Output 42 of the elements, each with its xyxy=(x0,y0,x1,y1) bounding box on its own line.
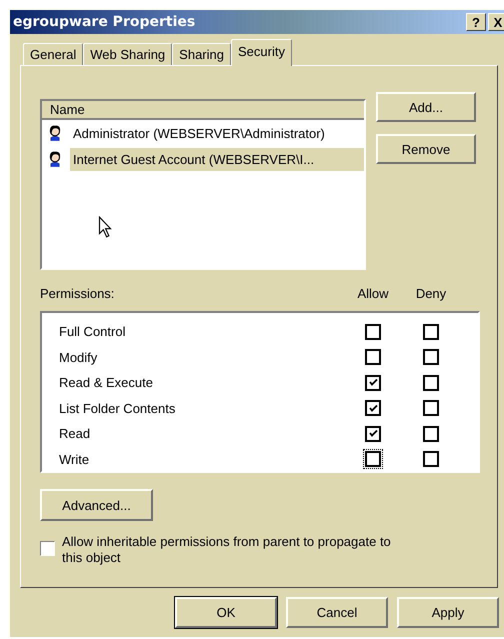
help-button[interactable]: ? xyxy=(466,13,486,31)
deny-checkbox[interactable] xyxy=(423,451,439,468)
allow-checkbox[interactable] xyxy=(365,349,381,366)
permission-name: Modify xyxy=(58,350,98,365)
dialog-button[interactable]: Apply xyxy=(397,597,499,628)
user-action-button[interactable]: Remove xyxy=(376,134,476,164)
inherit-checkbox[interactable] xyxy=(40,541,55,556)
tab[interactable]: Web Sharing xyxy=(83,43,172,65)
deny-checkbox[interactable] xyxy=(423,324,439,340)
permissions-label: Permissions: xyxy=(40,286,116,301)
deny-checkbox[interactable] xyxy=(423,400,439,416)
tab[interactable]: Security xyxy=(230,39,292,66)
deny-checkbox[interactable] xyxy=(423,426,439,442)
tab[interactable]: General xyxy=(23,43,84,65)
column-header: Allow xyxy=(356,286,390,301)
deny-checkbox[interactable] xyxy=(423,349,439,366)
permission-name: List Folder Contents xyxy=(58,400,176,416)
user-item[interactable]: Administrator (WEBSERVER\Administrator) xyxy=(70,122,328,144)
advanced-button[interactable]: Advanced... xyxy=(40,489,153,521)
user-action-button[interactable]: Add... xyxy=(376,92,476,122)
dialog-button[interactable]: OK xyxy=(175,597,277,628)
dialog-button[interactable]: Cancel xyxy=(286,597,388,628)
column-header: Deny xyxy=(414,286,448,301)
window-title: egroupware Properties xyxy=(13,14,196,30)
allow-checkbox[interactable] xyxy=(365,400,381,416)
user-item[interactable]: Internet Guest Account (WEBSERVER\I... xyxy=(70,148,364,170)
permission-name: Read & Execute xyxy=(58,375,154,390)
column-header[interactable]: Name xyxy=(42,101,364,120)
tab[interactable]: Sharing xyxy=(172,43,231,65)
mouse-pointer-icon xyxy=(98,216,112,238)
check-mark-icon xyxy=(368,428,378,440)
close-button[interactable]: X xyxy=(488,13,504,31)
permission-name: Write xyxy=(58,452,90,467)
allow-checkbox[interactable] xyxy=(365,374,381,391)
permission-name: Read xyxy=(58,426,92,442)
check-mark-icon xyxy=(368,377,378,388)
inherit-label: Allow inheritable permissions from parent to propagate to this object xyxy=(62,534,392,566)
permission-name: Full Control xyxy=(58,324,126,340)
deny-checkbox[interactable] xyxy=(423,374,439,391)
check-mark-icon xyxy=(368,402,378,414)
allow-checkbox[interactable] xyxy=(365,426,381,442)
allow-checkbox[interactable] xyxy=(365,324,381,340)
